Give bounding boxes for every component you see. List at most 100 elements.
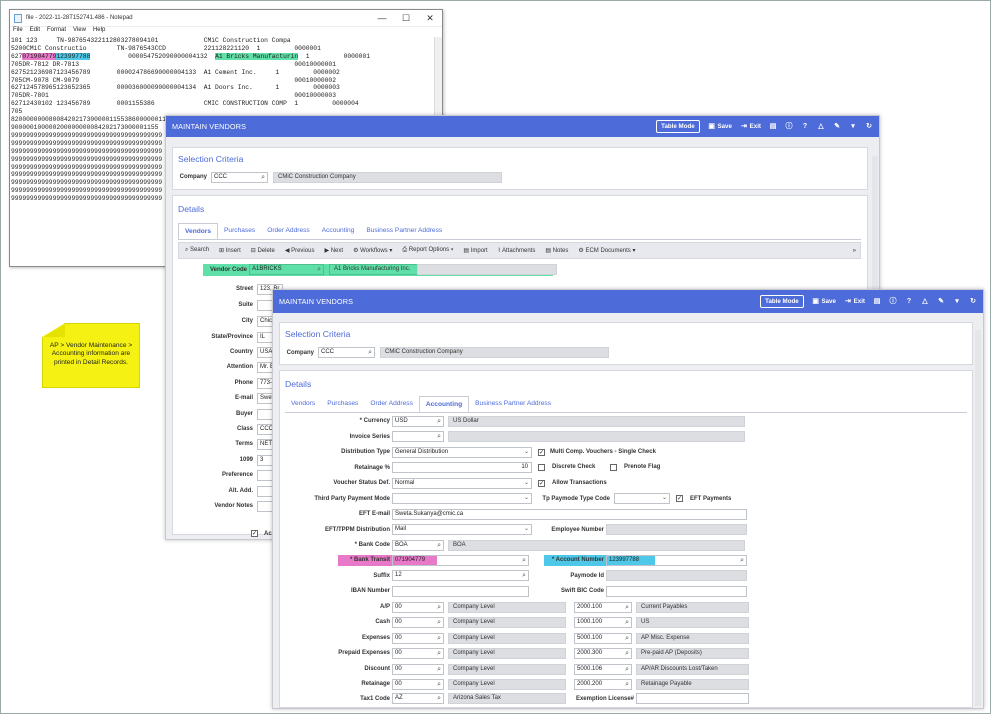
tab-business-partner-address[interactable]: Business Partner Address <box>360 223 448 240</box>
retainage-pct-input[interactable]: 10 <box>392 462 532 473</box>
warning-icon[interactable]: △ <box>817 123 825 131</box>
exit-button[interactable]: ⇥ Exit <box>844 298 865 306</box>
gl-account-input[interactable]: 5000.106 ⌕ <box>574 663 632 675</box>
search-icon[interactable]: ⌕ <box>437 618 441 627</box>
help-icon[interactable]: ? <box>801 123 809 131</box>
save-button[interactable]: ▣ Save <box>708 123 732 131</box>
prenote-flag-checkbox[interactable] <box>610 464 617 471</box>
warning-icon[interactable]: △ <box>921 298 929 306</box>
search-icon[interactable]: ⌕ <box>261 173 265 182</box>
gl-account-input[interactable]: 2000.100 ⌕ <box>574 602 632 613</box>
search-icon[interactable]: ⌕ <box>522 556 526 565</box>
menu-edit[interactable]: Edit <box>30 27 40 37</box>
gl-account-input[interactable]: 5000.100 ⌕ <box>574 632 632 644</box>
search-icon[interactable]: ⌕ <box>437 634 441 643</box>
search-icon[interactable]: ⌕ <box>625 603 629 612</box>
report-options-button[interactable]: ⎙ Report Options ▾ <box>402 247 453 254</box>
allow-transactions-checkbox[interactable]: ✓ <box>538 480 545 487</box>
tab-vendors[interactable]: Vendors <box>285 396 321 413</box>
search-icon[interactable]: ⌕ <box>437 603 441 612</box>
tab-accounting[interactable]: Accounting <box>418 396 470 413</box>
company-input[interactable]: CCC ⌕ <box>318 347 375 358</box>
next-button[interactable]: ▶ Next <box>324 247 343 254</box>
bank-transit-input[interactable]: 071904779 ⌕ <box>392 555 529 566</box>
report-icon[interactable]: ▤ <box>769 123 777 131</box>
gl-dept-input[interactable]: 00 ⌕ <box>392 632 444 644</box>
exit-button[interactable]: ⇥ Exit <box>740 123 761 131</box>
search-icon[interactable]: ⌕ <box>437 665 441 674</box>
more-icon[interactable]: » <box>853 248 860 254</box>
exemption-input[interactable] <box>636 693 749 704</box>
tax-code-input[interactable]: AZ ⌕ <box>392 693 444 704</box>
company-input[interactable]: CCC ⌕ <box>211 172 268 183</box>
chevron-down-icon[interactable]: ▾ <box>849 123 857 131</box>
multi-comp-checkbox[interactable]: ✓ <box>538 449 545 456</box>
discrete-check-checkbox[interactable] <box>538 464 545 471</box>
menu-format[interactable]: Format <box>47 27 66 37</box>
gl-account-input[interactable]: 1000.100 ⌕ <box>574 617 632 629</box>
tab-purchases[interactable]: Purchases <box>321 396 364 413</box>
swift-input[interactable] <box>606 586 747 597</box>
save-button[interactable]: ▣ Save <box>812 298 836 306</box>
search-icon[interactable]: ⌕ <box>740 556 744 565</box>
tab-order-address[interactable]: Order Address <box>364 396 419 413</box>
tpp-mode-select[interactable]: ⌄ <box>392 493 532 504</box>
delete-button[interactable]: ⊟ Delete <box>251 247 275 254</box>
table-mode-button[interactable]: Table Mode <box>760 295 804 308</box>
attachments-button[interactable]: ⌇ Attachments <box>498 247 536 254</box>
gl-dept-input[interactable]: 00 ⌕ <box>392 648 444 660</box>
search-icon[interactable]: ⌕ <box>437 680 441 689</box>
search-icon[interactable]: ⌕ <box>437 649 441 658</box>
edit-icon[interactable]: ✎ <box>937 298 945 306</box>
search-icon[interactable]: ⌕ <box>317 265 321 274</box>
eft-distribution-select[interactable]: Mail ⌄ <box>392 524 532 535</box>
info-icon[interactable]: ⓘ <box>889 298 897 306</box>
iban-input[interactable] <box>392 586 529 597</box>
maximize-icon[interactable]: ☐ <box>394 13 418 24</box>
tab-vendors[interactable]: Vendors <box>178 223 219 240</box>
gl-dept-input[interactable]: 00 ⌕ <box>392 663 444 675</box>
account-number-input[interactable]: 123997788 ⌕ <box>606 555 747 566</box>
gl-dept-input[interactable]: 00 ⌕ <box>392 617 444 629</box>
search-icon[interactable]: ⌕ <box>437 432 441 441</box>
search-icon[interactable]: ⌕ <box>625 618 629 627</box>
minimize-icon[interactable]: — <box>370 13 394 24</box>
search-icon[interactable]: ⌕ <box>625 680 629 689</box>
front-scrollbar[interactable] <box>975 330 981 706</box>
search-icon[interactable]: ⌕ <box>368 348 372 357</box>
bank-code-input[interactable]: BOA ⌕ <box>392 540 444 551</box>
vendor-code-input[interactable]: A1BRICKS ⌕ <box>249 264 324 275</box>
menu-help[interactable]: Help <box>93 27 105 37</box>
notes-button[interactable]: ▤ Notes <box>545 247 568 254</box>
workflows-button[interactable]: ⚙ Workflows ▾ <box>353 247 392 254</box>
search-icon[interactable]: ⌕ <box>437 417 441 426</box>
tp-paymode-select[interactable]: ⌄ <box>614 493 670 504</box>
insert-button[interactable]: ⊞ Insert <box>219 247 241 254</box>
distribution-type-select[interactable]: General Distribution ⌄ <box>392 447 532 458</box>
tab-purchases[interactable]: Purchases <box>218 223 261 240</box>
table-mode-button[interactable]: Table Mode <box>656 120 700 133</box>
gl-dept-input[interactable]: 00 ⌕ <box>392 679 444 690</box>
search-icon[interactable]: ⌕ <box>625 634 629 643</box>
tab-accounting[interactable]: Accounting <box>316 223 361 240</box>
gl-dept-input[interactable]: 00 ⌕ <box>392 602 444 613</box>
search-icon[interactable]: ⌕ <box>522 571 526 580</box>
suffix-input[interactable]: 12 ⌕ <box>392 570 529 581</box>
ac-checkbox[interactable]: ✓ <box>251 530 258 537</box>
refresh-icon[interactable]: ↻ <box>865 123 873 131</box>
search-icon[interactable]: ⌕ <box>625 649 629 658</box>
eft-email-input[interactable]: Sweta.Sukanya@cmic.ca <box>392 509 747 520</box>
gl-account-input[interactable]: 2000.300 ⌕ <box>574 648 632 660</box>
tab-order-address[interactable]: Order Address <box>261 223 316 240</box>
help-icon[interactable]: ? <box>905 298 913 306</box>
search-icon[interactable]: ⌕ <box>437 541 441 550</box>
info-icon[interactable]: ⓘ <box>785 123 793 131</box>
search-icon[interactable]: ⌕ <box>437 694 441 703</box>
report-icon[interactable]: ▤ <box>873 298 881 306</box>
previous-button[interactable]: ◀ Previous <box>285 247 315 254</box>
tab-business-partner-address[interactable]: Business Partner Address <box>469 396 557 413</box>
search-icon[interactable]: ⌕ <box>625 665 629 674</box>
menu-file[interactable]: File <box>13 27 23 37</box>
refresh-icon[interactable]: ↻ <box>969 298 977 306</box>
invoice-series-input[interactable]: ⌕ <box>392 431 444 442</box>
